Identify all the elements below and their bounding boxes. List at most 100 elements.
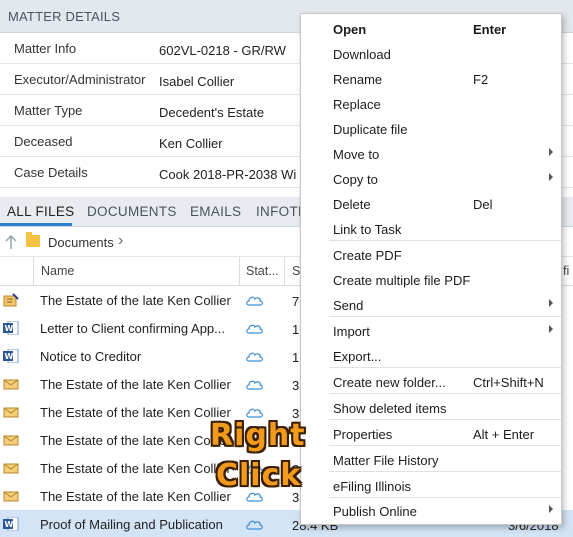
file-name: The Estate of the late Ken Collier [40,433,231,448]
menu-separator [329,240,561,241]
menu-item-open[interactable]: Open Enter [301,16,563,41]
menu-item-label: Matter File History [333,453,439,468]
column-divider [284,257,285,286]
tab-emails[interactable]: EMAILS [190,204,241,219]
menu-item-new-folder[interactable]: Create new folder... Ctrl+Shift+N [301,369,563,394]
cloud-icon [246,324,263,334]
menu-item-create-multi-pdf[interactable]: Create multiple file PDF [301,267,563,292]
menu-item-label: Copy to [333,172,378,187]
folder-icon [26,232,40,247]
menu-item-label: Duplicate file [333,122,408,137]
menu-item-delete[interactable]: Delete Del [301,191,563,216]
column-divider [239,257,240,286]
menu-item-label: Properties [333,427,393,442]
menu-item-export[interactable]: Export... [301,343,563,368]
menu-item-label: Open [333,22,367,37]
cloud-icon [246,296,263,306]
menu-item-label: Create PDF [333,248,402,263]
cloud-icon [246,352,263,362]
menu-item-shortcut: F2 [473,72,489,87]
submenu-arrow-icon [549,299,553,307]
menu-item-label: Publish Online [333,504,417,519]
menu-item-shortcut: Enter [473,22,507,37]
menu-item-replace[interactable]: Replace [301,91,563,116]
menu-item-shortcut: Ctrl+Shift+N [473,375,544,390]
menu-item-properties[interactable]: Properties Alt + Enter [301,421,563,446]
menu-separator [329,471,561,472]
file-name: Proof of Mailing and Publication [40,517,223,532]
menu-item-label: Create new folder... [333,375,446,390]
detail-value[interactable]: Cook 2018-PR-2038 Wi [159,167,296,182]
detail-value[interactable]: Isabel Collier [159,74,234,89]
annotation-right: Right [210,418,306,453]
submenu-arrow-icon [549,148,553,156]
cloud-icon [246,380,263,390]
menu-item-history[interactable]: Matter File History [301,447,563,472]
detail-label: Case Details [14,165,88,180]
menu-item-import[interactable]: Import [301,318,563,343]
column-header-name[interactable]: Name [41,264,74,278]
matter-details-title: MATTER DETAILS [8,9,121,24]
submenu-arrow-icon [549,173,553,181]
menu-item-link-task[interactable]: Link to Task [301,216,563,241]
detail-value[interactable]: Decedent's Estate [159,105,264,120]
menu-item-label: Create multiple file PDF [333,273,471,288]
email-icon [3,463,19,474]
menu-item-rename[interactable]: Rename F2 [301,66,563,91]
word-doc-icon: W [3,321,19,335]
menu-separator [329,367,561,368]
email-icon [3,491,19,502]
menu-item-label: Replace [333,97,381,112]
up-arrow-icon[interactable] [4,234,18,250]
menu-item-label: Download [333,47,391,62]
menu-item-label: Import [333,324,370,339]
chevron-right-icon[interactable]: › [118,232,123,250]
note-doc-icon [3,293,19,307]
breadcrumb-folder[interactable]: Documents [48,235,114,250]
tab-all-files[interactable]: ALL FILES [7,204,74,219]
detail-label: Matter Type [14,103,83,118]
detail-label: Matter Info [14,41,77,56]
menu-item-publish[interactable]: Publish Online [301,498,563,523]
context-menu: Open Enter Download Rename F2 Replace Du… [300,13,562,525]
menu-separator [329,419,561,420]
detail-value[interactable]: Ken Collier [159,136,223,151]
menu-item-show-deleted[interactable]: Show deleted items [301,395,563,420]
menu-item-send[interactable]: Send [301,292,563,317]
file-name: Notice to Creditor [40,349,142,364]
word-doc-icon: W [3,349,19,363]
menu-item-efiling[interactable]: eFiling Illinois [301,473,563,498]
file-name: The Estate of the late Ken Collier [40,405,231,420]
submenu-arrow-icon [549,505,553,513]
menu-item-shortcut: Alt + Enter [473,427,535,442]
column-header-status[interactable]: Stat... [246,264,279,278]
column-header-extra[interactable]: fi [563,264,569,278]
column-divider [33,257,34,286]
cloud-icon [246,520,263,530]
submenu-arrow-icon [549,325,553,333]
menu-separator [329,393,561,394]
menu-item-duplicate[interactable]: Duplicate file [301,116,563,141]
menu-item-copy-to[interactable]: Copy to [301,166,563,191]
svg-text:W: W [5,324,14,333]
annotation-click: Click [216,458,302,493]
menu-item-label: Delete [333,197,371,212]
cloud-icon [246,408,263,418]
menu-item-label: Show deleted items [333,401,447,416]
detail-value[interactable]: 602VL-0218 - GR/RW [159,43,286,58]
svg-text:W: W [5,520,14,529]
email-icon [3,379,19,390]
file-name: The Estate of the late Ken Collier [40,377,231,392]
menu-item-label: Export... [333,349,382,364]
menu-item-shortcut: Del [473,197,493,212]
menu-item-label: Rename [333,72,383,87]
menu-item-download[interactable]: Download [301,41,563,66]
menu-item-move-to[interactable]: Move to [301,141,563,166]
svg-text:W: W [5,352,14,361]
email-icon [3,435,19,446]
file-name: The Estate of the late Ken Collier [40,489,231,504]
tab-documents[interactable]: DOCUMENTS [87,204,177,219]
email-icon [3,407,19,418]
menu-item-create-pdf[interactable]: Create PDF [301,242,563,267]
menu-separator [329,445,561,446]
